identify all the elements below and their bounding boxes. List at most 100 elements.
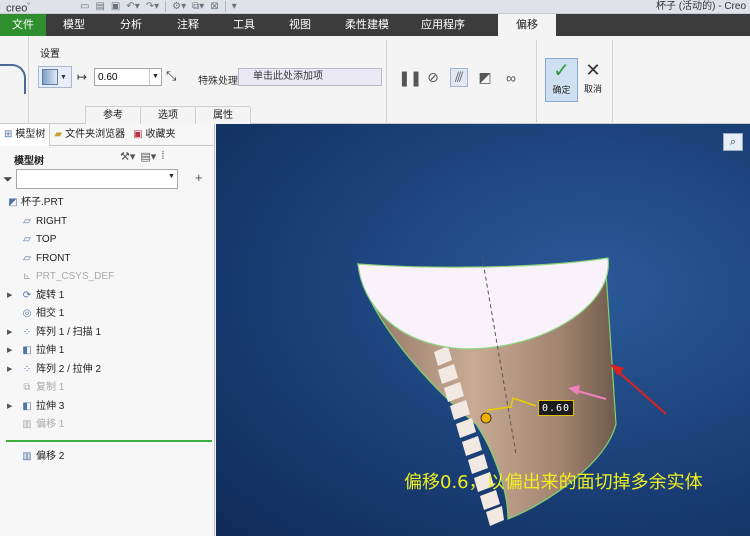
standard-offset-icon (42, 69, 58, 85)
toolbar-separator (224, 1, 226, 12)
offset-feature-icon-mask (0, 72, 20, 94)
drag-handle[interactable] (480, 412, 492, 424)
tab-model[interactable]: 模型 (46, 14, 102, 36)
tree-node[interactable]: ▶ ⟳ 旋转 1 (0, 287, 214, 306)
tree-filter-options-icon[interactable]: ⁞ (161, 150, 164, 163)
cancel-button[interactable]: ✕ 取消 (580, 58, 606, 102)
tab-favorites[interactable]: ▣ 收藏夹 (129, 124, 179, 146)
special-handling-collector[interactable]: 单击此处添加项 (238, 68, 382, 86)
ribbon-divider (386, 40, 387, 122)
settings-icon[interactable]: ⚒▾ (120, 150, 135, 163)
save-icon[interactable]: ▣ (111, 1, 120, 13)
datum-plane-icon: ▱ (23, 252, 31, 264)
chevron-down-icon[interactable]: ▼ (168, 173, 175, 180)
folder-icon: ▰ (54, 129, 63, 140)
datum-plane-icon: ▱ (23, 215, 31, 227)
tab-flexible-modeling[interactable]: 柔性建模 (328, 14, 406, 36)
offset-distance-field[interactable]: ▼ (94, 68, 162, 86)
pause-icon[interactable]: ❚❚ (398, 69, 422, 87)
expand-arrow-icon[interactable]: ▶ (7, 342, 12, 360)
close-window-icon[interactable]: ⊠ (210, 1, 218, 13)
tree-toolbar: ⚒▾ ▤▾ ⁞ (120, 150, 164, 163)
tab-folder-browser-label: 文件夹浏览器 (65, 129, 126, 140)
expand-arrow-icon[interactable]: ▶ (7, 287, 12, 305)
add-filter-icon[interactable]: + (195, 170, 203, 185)
tab-favorites-label: 收藏夹 (145, 129, 176, 140)
graphics-viewport[interactable]: ⌕ 0.60 偏移0.6，以偏出来的面切掉多余实体 (216, 124, 750, 536)
tree-node[interactable]: ▥ 偏移 2 (0, 448, 214, 467)
red-arrow-line (613, 367, 667, 415)
tab-applications[interactable]: 应用程序 (406, 14, 480, 36)
tree-node[interactable]: ◎ 相交 1 (0, 305, 214, 324)
tree-node[interactable]: ▶ ⁘ 阵列 2 / 拉伸 2 (0, 361, 214, 380)
ribbon-divider (28, 36, 29, 124)
show-columns-icon[interactable]: ▤▾ (140, 150, 156, 163)
tree-search-input[interactable] (17, 170, 157, 188)
offset-type-dropdown[interactable]: ▼ (38, 66, 72, 88)
chevron-down-icon: ▼ (60, 73, 67, 81)
expand-arrow-icon[interactable]: ▶ (7, 398, 12, 416)
no-preview-icon[interactable]: ⊘ (424, 69, 442, 86)
ok-label: 确定 (552, 85, 571, 95)
tree-node-label: 偏移 2 (36, 451, 65, 462)
tree-node[interactable]: ▶ ◧ 拉伸 3 (0, 398, 214, 417)
glasses-icon[interactable]: ∞ (502, 70, 520, 86)
close-icon: ✕ (585, 60, 601, 80)
title-bar: creo° ▭ ▤ ▣ ↶▾ ↷▾ ⚙▾ ⧉▾ ⊠ ▾ 杯子 (活动的) - C… (0, 0, 750, 15)
datum-plane-icon: ▱ (23, 234, 31, 245)
tree-node[interactable]: ▥ 偏移 1 (0, 416, 214, 435)
tree-node[interactable]: ▱ TOP (0, 231, 214, 250)
offset-dimension-label[interactable]: 0.60 (538, 400, 574, 416)
distance-icon: ↦ (77, 70, 88, 84)
tab-tools[interactable]: 工具 (216, 14, 272, 36)
revolve-icon: ⟳ (22, 289, 32, 301)
tree-search-field[interactable] (16, 169, 178, 189)
tree-node[interactable]: ▱ RIGHT (0, 213, 214, 232)
tab-model-tree[interactable]: ⊞ 模型树 (0, 124, 51, 146)
expand-arrow-icon[interactable]: ▶ (7, 324, 12, 342)
checkmark-icon: ✓ (553, 60, 570, 82)
tree-node-label: 拉伸 1 (36, 345, 65, 356)
tree-node[interactable]: ⧉ 复制 1 (0, 379, 214, 398)
preview-icon[interactable]: ⫻ (450, 68, 468, 87)
ok-button[interactable]: ✓ 确定 (545, 58, 578, 102)
tab-references[interactable]: 参考 (85, 107, 141, 124)
new-file-icon[interactable]: ▭ (80, 1, 89, 13)
customize-toolbar-icon[interactable]: ▾ (232, 1, 237, 13)
tab-offset[interactable]: 偏移 (498, 14, 556, 36)
regenerate-icon[interactable]: ⚙▾ (172, 1, 186, 13)
csys-icon: ⊾ (22, 271, 32, 282)
tree-node-label: TOP (36, 234, 57, 245)
tab-options[interactable]: 选项 (140, 107, 196, 124)
tab-analysis[interactable]: 分析 (102, 14, 160, 36)
tree-node[interactable]: ▶ ⁘ 阵列 1 / 扫描 1 (0, 324, 214, 343)
tree-node-label: 拉伸 3 (36, 400, 65, 412)
tree-node[interactable]: ◩ 杯子.PRT (0, 194, 214, 213)
verify-icon[interactable]: ◩ (476, 69, 494, 86)
dashboard-subtabs: 参考 选项 属性 (85, 106, 251, 124)
filter-icon[interactable]: ⏷ (3, 172, 13, 187)
tree-node[interactable]: ⊾ PRT_CSYS_DEF (0, 268, 214, 287)
chevron-down-icon[interactable]: ▼ (149, 69, 161, 85)
pattern-icon: ⁘ (22, 326, 32, 338)
windows-icon[interactable]: ⧉▾ (192, 1, 204, 13)
tree-node-label: 相交 1 (36, 308, 65, 319)
insert-here-marker[interactable] (6, 440, 212, 442)
tab-folder-browser[interactable]: ▰ 文件夹浏览器 (50, 124, 129, 146)
undo-icon[interactable]: ↶▾ (126, 1, 139, 13)
tree-node-label: 阵列 1 / 扫描 1 (36, 326, 102, 338)
tab-properties[interactable]: 属性 (195, 107, 251, 124)
flip-direction-icon[interactable]: ⤡ (166, 68, 176, 84)
tab-file[interactable]: 文件 (0, 14, 46, 36)
tab-view[interactable]: 视图 (272, 14, 328, 36)
tree-node[interactable]: ▱ FRONT (0, 250, 214, 269)
tab-annotate[interactable]: 注释 (160, 14, 216, 36)
redo-icon[interactable]: ↷▾ (146, 1, 159, 13)
expand-arrow-icon[interactable]: ▶ (7, 361, 12, 379)
tree-node[interactable]: ▶ ◧ 拉伸 1 (0, 342, 214, 361)
zoom-fit-icon[interactable]: ⌕ (723, 133, 743, 151)
offset-distance-input[interactable] (95, 71, 149, 83)
open-file-icon[interactable]: ▤ (95, 1, 104, 13)
extrude-icon: ◧ (22, 400, 32, 412)
tree-node-label: 杯子.PRT (21, 197, 64, 208)
